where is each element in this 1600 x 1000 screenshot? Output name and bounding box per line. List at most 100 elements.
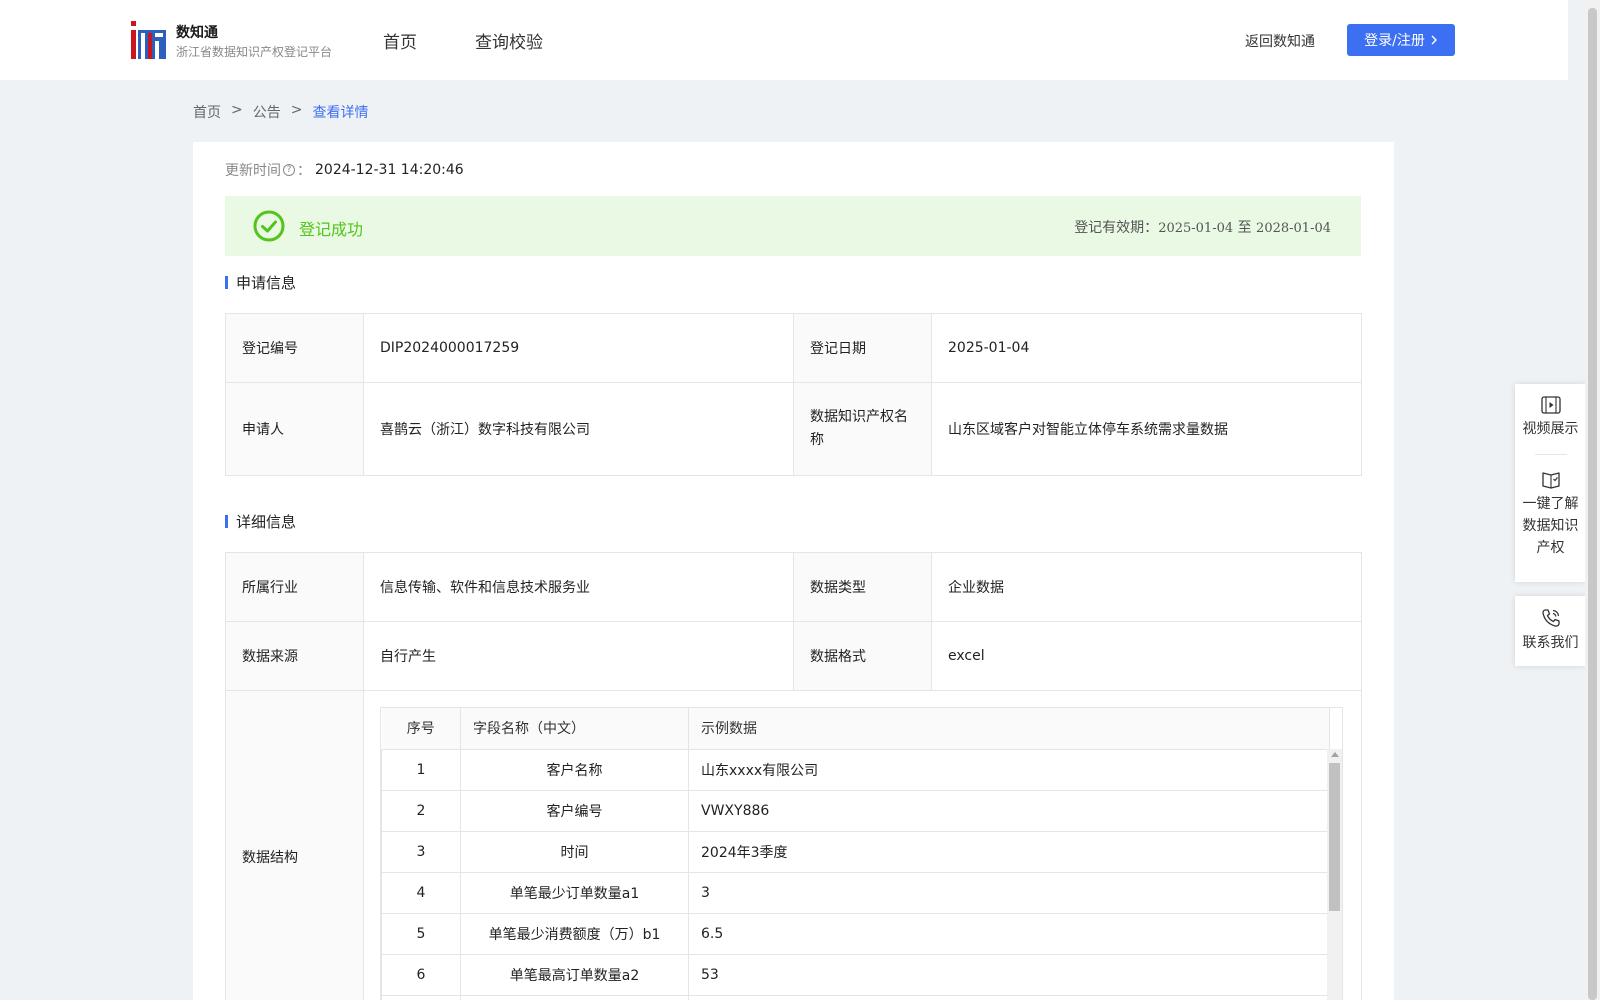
table-row: 2 客户编号 VWXY886 bbox=[381, 789, 1330, 832]
field-label: 数据类型 bbox=[793, 552, 932, 622]
row-number: 4 bbox=[381, 871, 461, 914]
sample-data bbox=[688, 994, 1330, 1000]
row-number: 2 bbox=[381, 789, 461, 832]
row-number: 6 bbox=[381, 953, 461, 996]
industry: 信息传输、软件和信息技术服务业 bbox=[363, 552, 794, 622]
table-row: 4 单笔最少订单数量a1 3 bbox=[381, 871, 1330, 914]
field-name: 客户编号 bbox=[460, 789, 689, 832]
field-name: 客户名称 bbox=[460, 748, 689, 791]
brand-title: 数知通 bbox=[176, 25, 218, 41]
sample-data: 53 bbox=[688, 953, 1330, 996]
row-number: 5 bbox=[381, 912, 461, 955]
breadcrumb-home[interactable]: 首页 bbox=[193, 102, 221, 122]
contact-label: 联系我们 bbox=[1522, 635, 1579, 651]
update-time-value: 2024-12-31 14:20:46 bbox=[315, 162, 464, 178]
table-row: 数据来源 自行产生 数据格式 excel bbox=[225, 621, 1362, 691]
data-structure-cell: 序号 字段名称（中文） 示例数据 1 客户名称 山东xxxx有限公司 2 客户编… bbox=[363, 690, 1362, 1000]
book-icon bbox=[1541, 472, 1560, 489]
update-time-row: 更新时间 ? ： 2024-12-31 14:20:46 bbox=[225, 160, 464, 180]
breadcrumb: 首页 > 公告 > 查看详情 bbox=[193, 102, 368, 122]
table-row: 1 客户名称 山东xxxx有限公司 bbox=[381, 748, 1330, 791]
sample-data: 6.5 bbox=[688, 912, 1330, 955]
login-register-button[interactable]: 登录/注册 bbox=[1347, 24, 1455, 56]
divider bbox=[1534, 454, 1567, 455]
registration-date: 2025-01-04 bbox=[931, 313, 1362, 383]
row-number: 7 bbox=[381, 994, 461, 1000]
question-icon[interactable]: ? bbox=[283, 164, 295, 176]
video-label: 视频展示 bbox=[1522, 421, 1579, 437]
nav-query-verify[interactable]: 查询校验 bbox=[475, 28, 543, 53]
breadcrumb-separator: > bbox=[231, 102, 243, 118]
application-info-table: 登记编号 DIP2024000017259 登记日期 2025-01-04 申请… bbox=[225, 313, 1362, 476]
video-icon bbox=[1540, 396, 1561, 414]
learn-label-line1: 一键了解 bbox=[1522, 496, 1579, 512]
field-name: 时间 bbox=[460, 830, 689, 873]
table-row: 3 时间 2024年3季度 bbox=[381, 830, 1330, 873]
validity-end: 2028-01-04 bbox=[1256, 221, 1331, 236]
update-time-colon: ： bbox=[297, 163, 311, 179]
column-header: 序号 bbox=[381, 708, 461, 750]
registration-number: DIP2024000017259 bbox=[363, 313, 794, 383]
floating-help-panel: 视频展示 一键了解 数据知识 产权 bbox=[1515, 384, 1586, 582]
ip-name: 山东区域客户对智能立体停车系统需求量数据 bbox=[931, 382, 1362, 476]
field-name: 单笔最高订单数量a2 bbox=[460, 953, 689, 996]
row-number: 1 bbox=[381, 748, 461, 791]
field-name: 单笔最少消费额度（万）b1 bbox=[460, 912, 689, 955]
check-circle-icon bbox=[253, 210, 285, 242]
contact-us-button[interactable]: 联系我们 bbox=[1515, 608, 1586, 654]
field-label: 数据知识产权名称 bbox=[793, 382, 932, 476]
learn-ip-button[interactable]: 一键了解 数据知识 产权 bbox=[1515, 469, 1586, 559]
scroll-up-arrow-icon[interactable] bbox=[1331, 752, 1339, 757]
section-title-application: 申请信息 bbox=[225, 272, 296, 293]
status-text: 登记成功 bbox=[299, 220, 364, 239]
table-row: 数据结构 序号 字段名称（中文） 示例数据 1 客户名称 山东xxxx有限公司 … bbox=[225, 690, 1362, 1000]
field-label: 登记日期 bbox=[793, 313, 932, 383]
table-scrollbar[interactable] bbox=[1327, 749, 1342, 1000]
table-row: 7 bbox=[381, 994, 1330, 1000]
data-structure-table-container[interactable]: 序号 字段名称（中文） 示例数据 1 客户名称 山东xxxx有限公司 2 客户编… bbox=[380, 707, 1343, 1000]
brand-subtitle: 浙江省数据知识产权登记平台 bbox=[176, 45, 333, 59]
validity-separator: 至 bbox=[1237, 220, 1252, 236]
validity-period: 登记有效期：2025-01-04 至 2028-01-04 bbox=[1074, 217, 1331, 237]
video-showcase-button[interactable]: 视频展示 bbox=[1515, 396, 1586, 440]
field-name: 单笔最少订单数量a1 bbox=[460, 871, 689, 914]
validity-start: 2025-01-04 bbox=[1158, 221, 1234, 236]
status-banner: 登记成功 登记有效期：2025-01-04 至 2028-01-04 bbox=[225, 196, 1361, 256]
row-number: 3 bbox=[381, 830, 461, 873]
section-title-detail: 详细信息 bbox=[225, 511, 296, 532]
column-header: 示例数据 bbox=[688, 708, 1330, 750]
back-link[interactable]: 返回数知通 bbox=[1245, 31, 1315, 51]
logo-icon[interactable] bbox=[131, 21, 166, 59]
scrollbar-thumb[interactable] bbox=[1329, 763, 1340, 911]
table-row: 申请人 喜鹊云（浙江）数字科技有限公司 数据知识产权名称 山东区域客户对智能立体… bbox=[225, 382, 1362, 476]
validity-label: 登记有效期： bbox=[1074, 220, 1159, 236]
field-label: 数据格式 bbox=[793, 621, 932, 691]
table-row: 5 单笔最少消费额度（万）b1 6.5 bbox=[381, 912, 1330, 955]
breadcrumb-separator: > bbox=[290, 102, 303, 118]
breadcrumb-current: 查看详情 bbox=[312, 105, 369, 121]
applicant: 喜鹊云（浙江）数字科技有限公司 bbox=[363, 382, 794, 476]
field-label: 所属行业 bbox=[225, 552, 364, 622]
detail-card: 更新时间 ? ： 2024-12-31 14:20:46 登记成功 登记有效期：… bbox=[193, 142, 1394, 1000]
table-header-row: 序号 字段名称（中文） 示例数据 bbox=[381, 708, 1330, 750]
field-label: 数据结构 bbox=[225, 690, 364, 1000]
sample-data: 山东xxxx有限公司 bbox=[688, 748, 1330, 791]
page-scrollbar-thumb[interactable] bbox=[1588, 8, 1597, 1000]
field-label: 登记编号 bbox=[225, 313, 364, 383]
sample-data: VWXY886 bbox=[688, 789, 1330, 832]
data-format: excel bbox=[931, 621, 1362, 691]
breadcrumb-announcement[interactable]: 公告 bbox=[253, 102, 281, 122]
learn-label-line2: 数据知识 bbox=[1522, 518, 1579, 534]
contact-panel: 联系我们 bbox=[1515, 596, 1586, 666]
table-row: 所属行业 信息传输、软件和信息技术服务业 数据类型 企业数据 bbox=[225, 552, 1362, 622]
field-name bbox=[460, 994, 689, 1000]
column-header: 字段名称（中文） bbox=[460, 708, 689, 750]
page-scrollbar[interactable] bbox=[1585, 0, 1600, 1000]
data-source: 自行产生 bbox=[363, 621, 794, 691]
sample-data: 3 bbox=[688, 871, 1330, 914]
update-time-label: 更新时间 bbox=[225, 163, 281, 179]
table-row: 6 单笔最高订单数量a2 53 bbox=[381, 953, 1330, 996]
nav-home[interactable]: 首页 bbox=[383, 28, 417, 53]
data-type: 企业数据 bbox=[931, 552, 1362, 622]
phone-icon bbox=[1541, 609, 1560, 627]
